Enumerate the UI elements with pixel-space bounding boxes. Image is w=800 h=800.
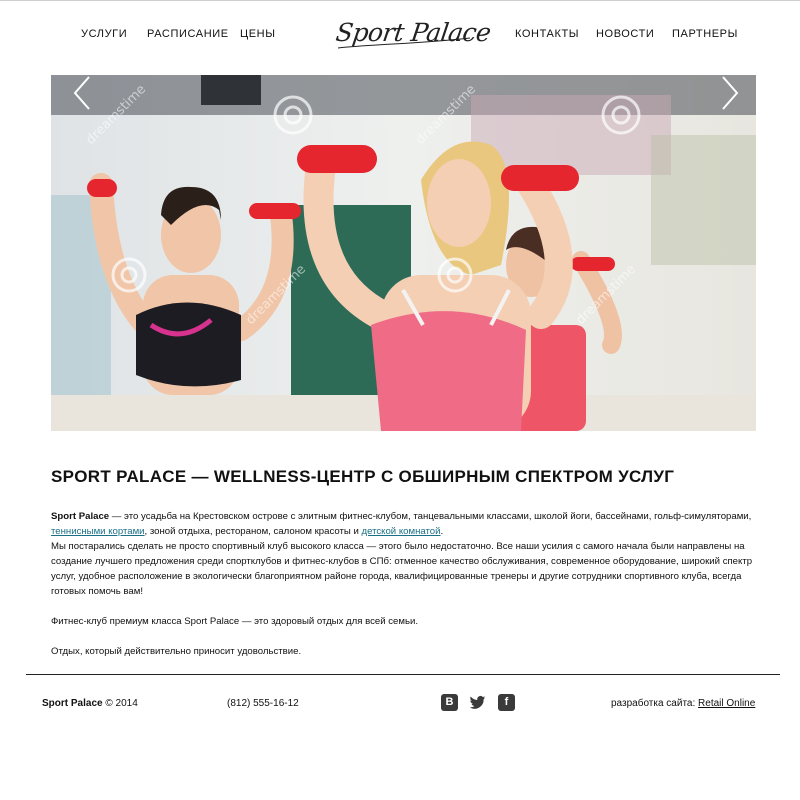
kids-room-link[interactable]: детской комнатой [361, 526, 440, 537]
developer-label: разработка сайта: [611, 698, 699, 709]
family-paragraph: Фитнес-клуб премиум класса Sport Palace … [51, 616, 418, 627]
footer-divider [26, 674, 780, 675]
page-title: SPORT PALACE — WELLNESS-ЦЕНТР С ОБШИРНЫМ… [51, 467, 675, 486]
nav-ceny[interactable]: ЦЕНЫ [240, 28, 276, 40]
twitter-icon[interactable] [469, 694, 486, 711]
brand-name: Sport Palace [51, 511, 110, 522]
tennis-courts-link[interactable]: теннисными кортами [51, 526, 145, 537]
footer-year: © 2014 [102, 698, 138, 709]
slider-next-arrow-icon[interactable] [717, 75, 741, 111]
vk-icon[interactable]: В [441, 694, 458, 711]
footer-developer: разработка сайта: Retail Online [611, 698, 755, 709]
nav-uslugi[interactable]: УСЛУГИ [81, 28, 127, 40]
developer-link[interactable]: Retail Online [698, 698, 755, 709]
intro-text-a: — это усадьба на Крестовском острове с э… [109, 511, 752, 522]
footer-brand: Sport Palace [42, 698, 103, 709]
pleasure-paragraph: Отдых, который действительно приносит уд… [51, 646, 302, 657]
nav-novosti[interactable]: НОВОСТИ [596, 28, 654, 40]
nav-partnery[interactable]: ПАРТНЕРЫ [672, 28, 738, 40]
intro-paragraph: Sport Palace — это усадьба на Крестовско… [51, 509, 766, 539]
hero-photo: dreamstime dreamstime dreamstime dreamst… [51, 75, 756, 431]
logo-swash [337, 37, 471, 49]
nav-raspisanie[interactable]: РАСПИСАНИЕ [147, 28, 229, 40]
intro-text-b: , зоной отдыха, рестораном, салоном крас… [144, 526, 362, 537]
intro-text-c: . [440, 526, 444, 537]
nav-kontakty[interactable]: КОНТАКТЫ [515, 28, 579, 40]
facebook-icon[interactable]: f [498, 694, 515, 711]
top-border [0, 0, 800, 1]
hero-slider[interactable]: dreamstime dreamstime dreamstime dreamst… [51, 75, 756, 431]
footer-phone[interactable]: (812) 555-16-12 [227, 698, 299, 709]
slider-prev-arrow-icon[interactable] [71, 75, 95, 111]
footer-copyright: Sport Palace © 2014 [42, 698, 138, 709]
mission-paragraph: Мы постарались сделать не просто спортив… [51, 541, 753, 597]
